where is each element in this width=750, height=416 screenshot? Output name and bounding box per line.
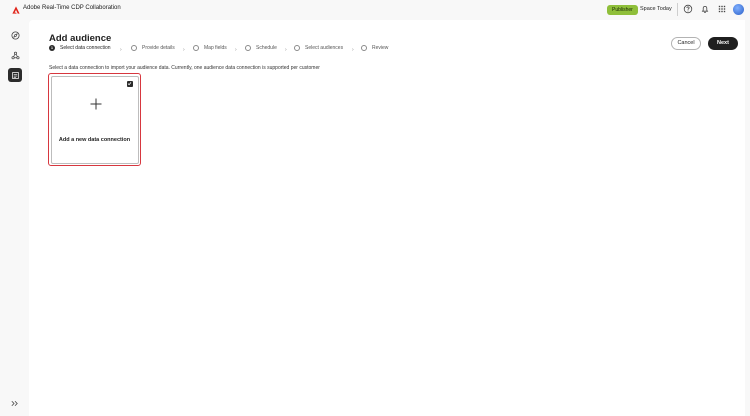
chevron-right-icon: › xyxy=(235,46,237,53)
app-title[interactable]: Adobe Real-Time CDP Collaboration xyxy=(23,5,121,11)
adobe-logo-icon[interactable] xyxy=(12,6,20,14)
compass-icon xyxy=(10,30,20,40)
connections-icon xyxy=(11,51,19,59)
avatar[interactable] xyxy=(733,4,744,15)
plus-icon xyxy=(90,98,101,109)
space-name[interactable]: Space Today xyxy=(640,6,672,12)
chevron-right-icon: › xyxy=(120,46,122,53)
step-review: Review xyxy=(361,45,388,51)
step-schedule: Schedule xyxy=(245,45,277,51)
help-icon[interactable] xyxy=(683,4,693,14)
chevron-right-icon: › xyxy=(352,46,354,53)
card-body: Add a new data connection xyxy=(50,75,139,164)
instructions-text: Select a data connection to import your … xyxy=(49,65,320,71)
left-rail xyxy=(0,20,29,416)
step-marker xyxy=(245,45,251,51)
add-data-connection-card[interactable]: Add a new data connection xyxy=(48,73,141,166)
header-divider xyxy=(677,3,678,16)
role-badge: Publisher xyxy=(607,4,638,15)
step-label: Review xyxy=(372,45,389,51)
step-label: Map fields xyxy=(204,45,227,51)
step-label: Provide details xyxy=(142,45,175,51)
rail-item-connections[interactable] xyxy=(8,48,22,62)
step-provide-details: Provide details xyxy=(131,45,175,51)
step-marker xyxy=(361,45,367,51)
main-panel: Add audience Cancel Next 1 Select data c… xyxy=(29,20,745,416)
step-marker xyxy=(193,45,199,51)
step-select-audiences: Select audiences xyxy=(294,45,343,51)
chevron-right-icon: › xyxy=(285,46,287,53)
card-label: Add a new data connection xyxy=(58,136,131,143)
step-label: Select data connection xyxy=(60,45,111,51)
apps-grid-icon[interactable] xyxy=(717,4,727,14)
step-marker xyxy=(294,45,300,51)
next-button[interactable]: Next xyxy=(708,36,738,50)
page-title: Add audience xyxy=(49,33,112,44)
step-label: Schedule xyxy=(256,45,277,51)
check-icon xyxy=(127,82,132,86)
checkbox[interactable] xyxy=(126,80,133,87)
step-current-marker: 1 xyxy=(49,45,55,51)
rail-item-explore[interactable] xyxy=(8,28,22,42)
rail-item-audiences[interactable] xyxy=(8,68,22,82)
step-marker xyxy=(131,45,137,51)
chevron-double-right-icon[interactable] xyxy=(10,399,19,408)
step-label: Select audiences xyxy=(305,45,344,51)
step-map-fields: Map fields xyxy=(193,45,227,51)
top-bar: Adobe Real-Time CDP Collaboration Publis… xyxy=(0,0,750,20)
bell-icon[interactable] xyxy=(700,4,710,14)
step-select-data-connection: 1 Select data connection xyxy=(49,45,111,51)
audiences-icon xyxy=(11,71,19,79)
cancel-button[interactable]: Cancel xyxy=(671,36,701,50)
chevron-right-icon: › xyxy=(183,46,185,53)
